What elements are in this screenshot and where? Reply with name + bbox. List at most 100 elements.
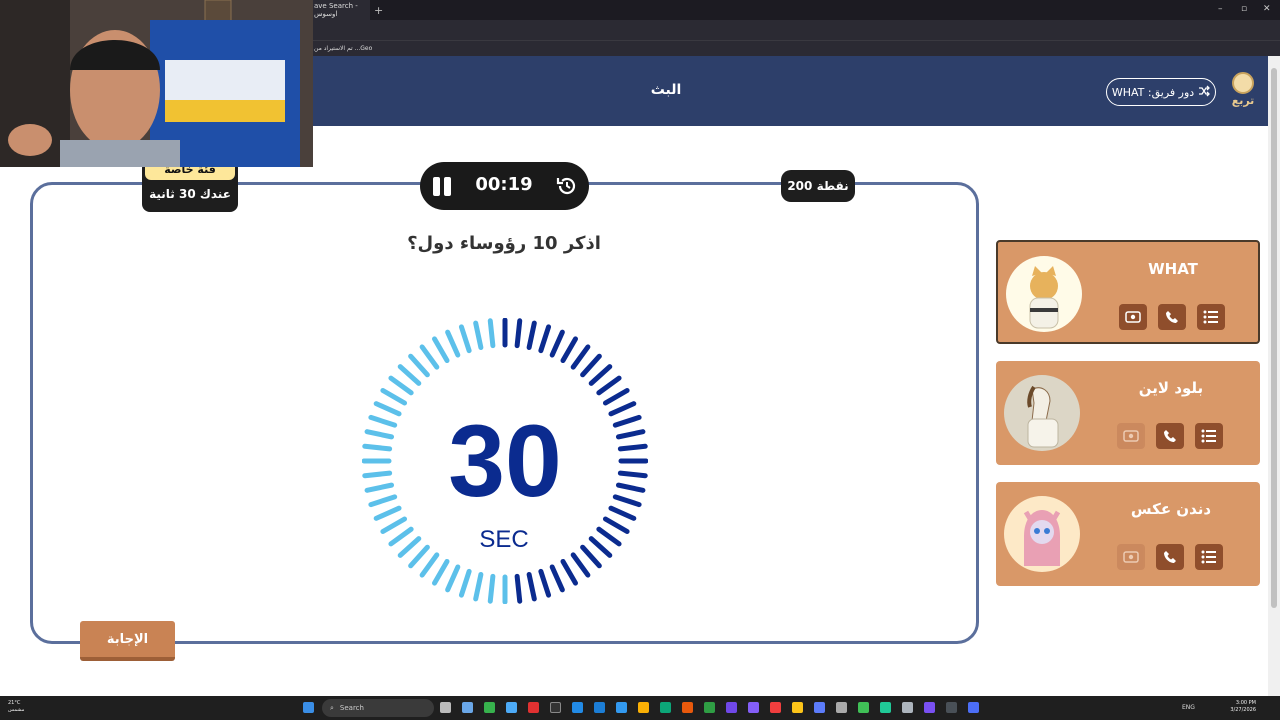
countdown-tick xyxy=(538,568,552,598)
swap-icon[interactable] xyxy=(1117,423,1145,449)
app-icon[interactable] xyxy=(682,702,693,713)
app-icon[interactable] xyxy=(506,702,517,713)
whatsapp-icon[interactable] xyxy=(704,702,715,713)
clock-time: 3:00 PM xyxy=(1235,700,1256,706)
taskbar-clock[interactable]: 3:00 PM 3/27/2026 xyxy=(1222,700,1256,714)
countdown-tick xyxy=(432,558,450,586)
countdown-dial: 30 SEC xyxy=(362,318,648,604)
cat-karate-avatar xyxy=(1006,256,1082,332)
app-icon[interactable] xyxy=(902,702,913,713)
app-icon[interactable] xyxy=(616,702,627,713)
team-card-dandan-aks[interactable]: دندن عكس xyxy=(996,482,1260,586)
countdown-tick xyxy=(596,375,622,396)
taskbar-search[interactable]: ⌕ Search xyxy=(322,699,434,717)
countdown-value: 30 xyxy=(448,404,561,518)
countdown-tick xyxy=(380,516,408,534)
team-name: WHAT xyxy=(1148,260,1198,278)
steam-icon[interactable] xyxy=(946,702,957,713)
countdown-tick xyxy=(617,443,648,452)
team-turn-label: دور فريق: WHAT xyxy=(1111,85,1195,99)
clock-date: 3/27/2026 xyxy=(1230,707,1256,713)
brave-icon[interactable] xyxy=(770,702,781,713)
app-icon[interactable] xyxy=(924,702,935,713)
taskbar-search-label: Search xyxy=(339,704,364,712)
countdown-tick xyxy=(560,336,578,364)
bookmark-item[interactable]: تم الاستيراد من ...Geo xyxy=(314,45,372,52)
countdown-tick xyxy=(445,329,461,358)
countdown-tick xyxy=(602,388,630,406)
weather-temp: 21°C xyxy=(8,700,21,706)
list-icon[interactable] xyxy=(1195,423,1223,449)
app-logo[interactable]: تربع xyxy=(1228,72,1258,112)
app-icon[interactable] xyxy=(726,702,737,713)
countdown-tick xyxy=(368,414,398,428)
edge-icon[interactable] xyxy=(660,702,671,713)
page-scrollbar[interactable] xyxy=(1268,56,1280,696)
screen: ave Search - اوسوس + – ▫ ✕ تم الاستيراد … xyxy=(0,0,1280,720)
answer-button[interactable]: الإجابة xyxy=(80,621,175,661)
countdown-tick xyxy=(549,329,565,358)
start-icon[interactable] xyxy=(303,702,314,713)
taskbar: 21°C مشمس ⌕ Search ENG 3:00 PM 3/27/2026 xyxy=(0,696,1280,720)
category-badge: فئة خاصة عندك 30 ثانية xyxy=(142,160,238,212)
countdown-tick xyxy=(362,470,393,479)
discord-icon[interactable] xyxy=(814,702,825,713)
countdown-tick xyxy=(362,443,393,452)
countdown-tick xyxy=(617,470,648,479)
countdown-tick xyxy=(419,552,440,578)
countdown-tick xyxy=(368,494,398,508)
language-indicator[interactable]: ENG xyxy=(1182,704,1195,711)
countdown-tick xyxy=(473,571,484,602)
countdown-tick xyxy=(596,526,622,547)
countdown-tick xyxy=(364,482,395,493)
maximize-button[interactable]: ▫ xyxy=(1241,4,1247,14)
app-icon[interactable] xyxy=(462,702,473,713)
shuffle-icon xyxy=(1198,85,1211,100)
countdown-tick xyxy=(408,353,430,378)
swap-icon[interactable] xyxy=(1117,544,1145,570)
points-badge: 200 نقطة xyxy=(781,170,855,202)
countdown-tick xyxy=(602,516,630,534)
phone-icon[interactable] xyxy=(1156,544,1184,570)
swap-icon[interactable] xyxy=(1119,304,1147,330)
logo-emblem-icon xyxy=(1232,72,1254,94)
scrollbar-thumb[interactable] xyxy=(1271,68,1277,608)
countdown-unit: SEC xyxy=(479,526,528,553)
countdown-tick xyxy=(388,526,414,547)
new-tab-button[interactable]: + xyxy=(374,4,383,17)
countdown-tick xyxy=(608,505,637,521)
chrome-icon[interactable] xyxy=(792,702,803,713)
countdown-tick xyxy=(612,494,642,508)
pause-icon[interactable] xyxy=(430,175,454,199)
app-icon[interactable] xyxy=(528,702,539,713)
countdown-tick xyxy=(458,324,472,354)
task-view-icon[interactable] xyxy=(440,702,451,713)
team-card-what[interactable]: WHAT xyxy=(996,240,1260,344)
weather-widget[interactable]: 21°C مشمس xyxy=(8,700,24,714)
phone-icon[interactable] xyxy=(1158,304,1186,330)
phone-icon[interactable] xyxy=(1156,423,1184,449)
list-icon[interactable] xyxy=(1195,544,1223,570)
app-icon[interactable] xyxy=(836,702,847,713)
minimize-button[interactable]: – xyxy=(1218,4,1223,14)
timer-display: 00:19 xyxy=(475,174,533,195)
countdown-tick xyxy=(560,558,578,586)
app-icon[interactable] xyxy=(550,702,561,713)
list-icon[interactable] xyxy=(1197,304,1225,330)
countdown-tick xyxy=(588,536,613,558)
team-turn-button[interactable]: دور فريق: WHAT xyxy=(1106,78,1216,106)
app-icon[interactable] xyxy=(858,702,869,713)
app-icon[interactable] xyxy=(594,702,605,713)
team-card-blood-line[interactable]: بلود لاين xyxy=(996,361,1260,465)
close-window-button[interactable]: ✕ xyxy=(1263,4,1271,14)
countdown-tick xyxy=(445,564,461,593)
countdown-tick xyxy=(608,401,637,417)
app-icon[interactable] xyxy=(968,702,979,713)
reset-timer-icon[interactable] xyxy=(555,174,579,198)
app-icon[interactable] xyxy=(748,702,759,713)
app-icon[interactable] xyxy=(484,702,495,713)
app-icon[interactable] xyxy=(880,702,891,713)
countdown-tick xyxy=(549,564,565,593)
folder-icon[interactable] xyxy=(638,702,649,713)
app-icon[interactable] xyxy=(572,702,583,713)
